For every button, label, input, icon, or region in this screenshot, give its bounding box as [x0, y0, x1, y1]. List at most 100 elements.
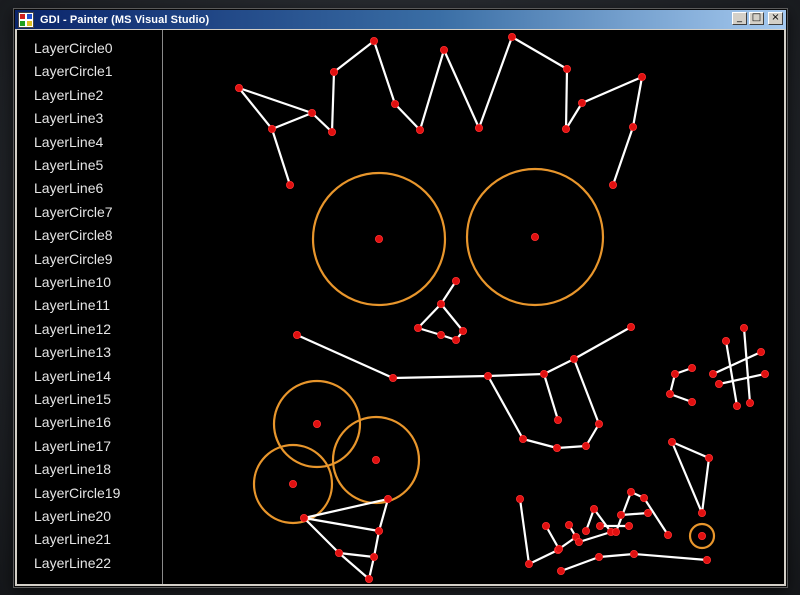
- control-point[interactable]: [715, 379, 724, 388]
- layer-list-item[interactable]: LayerLine5: [34, 156, 103, 174]
- control-point[interactable]: [670, 369, 679, 378]
- control-point[interactable]: [746, 398, 755, 407]
- control-point[interactable]: [663, 530, 672, 539]
- control-point[interactable]: [439, 45, 448, 54]
- minimize-button[interactable]: _: [732, 12, 747, 25]
- control-point[interactable]: [643, 508, 652, 517]
- control-point[interactable]: [334, 549, 343, 558]
- layer-list-item[interactable]: LayerCircle1: [34, 62, 113, 80]
- control-point[interactable]: [628, 123, 637, 132]
- control-point[interactable]: [374, 234, 383, 243]
- control-point[interactable]: [369, 37, 378, 45]
- control-point[interactable]: [581, 526, 590, 535]
- control-point[interactable]: [553, 415, 562, 424]
- layer-list-item[interactable]: LayerCircle19: [34, 484, 120, 502]
- layer-list[interactable]: LayerCircle0 LayerCircle1 LayerLine2 LayerL…: [17, 30, 163, 584]
- control-point[interactable]: [524, 560, 533, 569]
- layer-list-item[interactable]: LayerLine11: [34, 296, 110, 314]
- control-point[interactable]: [581, 441, 590, 450]
- control-point[interactable]: [698, 508, 707, 517]
- control-point[interactable]: [561, 125, 570, 134]
- control-point[interactable]: [556, 567, 565, 576]
- control-point[interactable]: [703, 556, 712, 565]
- control-point[interactable]: [365, 575, 373, 583]
- control-point[interactable]: [451, 335, 460, 344]
- control-point[interactable]: [507, 33, 516, 41]
- control-point[interactable]: [292, 330, 301, 339]
- control-point[interactable]: [312, 419, 321, 428]
- control-point[interactable]: [329, 68, 338, 77]
- control-point[interactable]: [458, 326, 467, 335]
- control-point[interactable]: [569, 354, 578, 363]
- control-point[interactable]: [616, 510, 625, 519]
- drawn-line[interactable]: [330, 35, 643, 133]
- drawn-line[interactable]: [303, 517, 381, 581]
- drawn-line[interactable]: [620, 511, 649, 517]
- control-point[interactable]: [639, 493, 648, 502]
- control-point[interactable]: [268, 125, 277, 134]
- control-point[interactable]: [415, 126, 424, 135]
- control-point[interactable]: [369, 553, 378, 562]
- layer-list-item[interactable]: LayerLine14: [34, 367, 111, 385]
- control-point[interactable]: [608, 180, 617, 189]
- drawn-line[interactable]: [670, 440, 711, 515]
- drawn-line[interactable]: [724, 340, 739, 407]
- maximize-button[interactable]: □: [749, 12, 764, 25]
- control-point[interactable]: [733, 401, 742, 410]
- control-point[interactable]: [594, 419, 603, 428]
- layer-list-item[interactable]: LayerCircle9: [34, 250, 113, 268]
- control-point[interactable]: [637, 73, 646, 82]
- control-point[interactable]: [595, 521, 604, 530]
- control-point[interactable]: [757, 347, 766, 356]
- layer-list-item[interactable]: LayerLine22: [34, 554, 111, 572]
- control-point[interactable]: [722, 336, 731, 345]
- layer-list-item[interactable]: LayerCircle8: [34, 226, 113, 244]
- control-point[interactable]: [286, 180, 295, 189]
- layer-list-item[interactable]: LayerCircle0: [34, 39, 113, 57]
- control-point[interactable]: [626, 487, 635, 496]
- app-icon[interactable]: [18, 11, 34, 28]
- drawn-line[interactable]: [542, 373, 560, 421]
- control-point[interactable]: [688, 363, 697, 372]
- control-point[interactable]: [451, 276, 460, 285]
- control-point[interactable]: [705, 453, 714, 462]
- layer-list-item[interactable]: LayerLine6: [34, 179, 103, 197]
- control-point[interactable]: [629, 550, 638, 559]
- layer-list-item[interactable]: LayerLine15: [34, 390, 111, 408]
- control-point[interactable]: [515, 494, 524, 503]
- control-point[interactable]: [390, 100, 399, 109]
- control-point[interactable]: [611, 527, 620, 536]
- control-point[interactable]: [626, 322, 635, 331]
- layer-list-item[interactable]: LayerLine18: [34, 460, 111, 478]
- title-bar[interactable]: GDI - Painter (MS Visual Studio) _ □ ×: [15, 10, 786, 29]
- control-point[interactable]: [327, 128, 336, 137]
- control-point[interactable]: [518, 434, 527, 443]
- drawn-line[interactable]: [611, 76, 644, 186]
- layer-list-item[interactable]: LayerLine13: [34, 343, 111, 361]
- control-point[interactable]: [761, 369, 770, 378]
- control-point[interactable]: [562, 65, 571, 74]
- control-point[interactable]: [436, 299, 445, 308]
- control-point[interactable]: [388, 373, 397, 382]
- control-point[interactable]: [554, 545, 563, 554]
- control-point[interactable]: [709, 369, 718, 378]
- layer-list-item[interactable]: LayerLine4: [34, 133, 103, 151]
- control-point[interactable]: [307, 109, 316, 118]
- control-point[interactable]: [383, 494, 392, 503]
- control-point[interactable]: [589, 504, 598, 513]
- control-point[interactable]: [299, 513, 308, 522]
- control-point[interactable]: [667, 437, 676, 446]
- control-point[interactable]: [539, 369, 548, 378]
- layer-list-item[interactable]: LayerLine21: [34, 530, 111, 548]
- drawn-line[interactable]: [742, 327, 752, 404]
- drawn-line[interactable]: [712, 351, 762, 375]
- control-point[interactable]: [624, 521, 633, 530]
- drawn-line[interactable]: [271, 111, 313, 131]
- drawing-canvas[interactable]: [164, 30, 784, 584]
- drawn-line[interactable]: [518, 498, 559, 566]
- control-point[interactable]: [665, 389, 674, 398]
- control-point[interactable]: [483, 371, 492, 380]
- control-point[interactable]: [552, 443, 561, 452]
- control-point[interactable]: [436, 330, 445, 339]
- control-point[interactable]: [530, 232, 539, 241]
